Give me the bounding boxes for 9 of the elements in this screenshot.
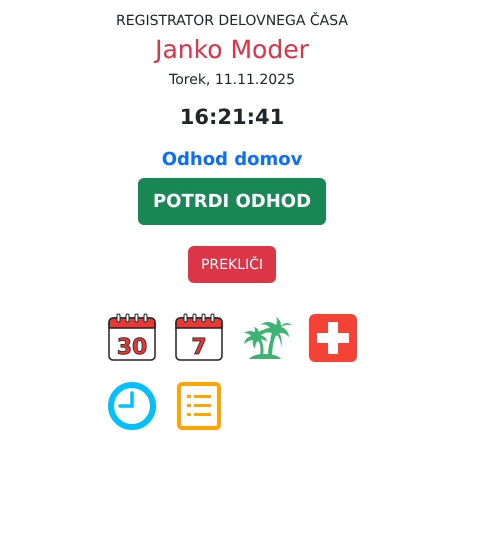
- action-label: Odhod domov: [162, 149, 302, 170]
- confirm-button[interactable]: POTRDI ODHOD: [138, 178, 326, 225]
- app-title: REGISTRATOR DELOVNEGA ČASA: [116, 13, 348, 29]
- date-text: Torek, 11.11.2025: [169, 72, 295, 88]
- cancel-button[interactable]: PREKLIČI: [188, 246, 276, 283]
- medical-cross-icon[interactable]: [308, 313, 358, 363]
- user-name: Janko Moder: [155, 35, 309, 64]
- clock-icon[interactable]: [106, 381, 156, 431]
- clock-time: 16:21:41: [180, 105, 284, 129]
